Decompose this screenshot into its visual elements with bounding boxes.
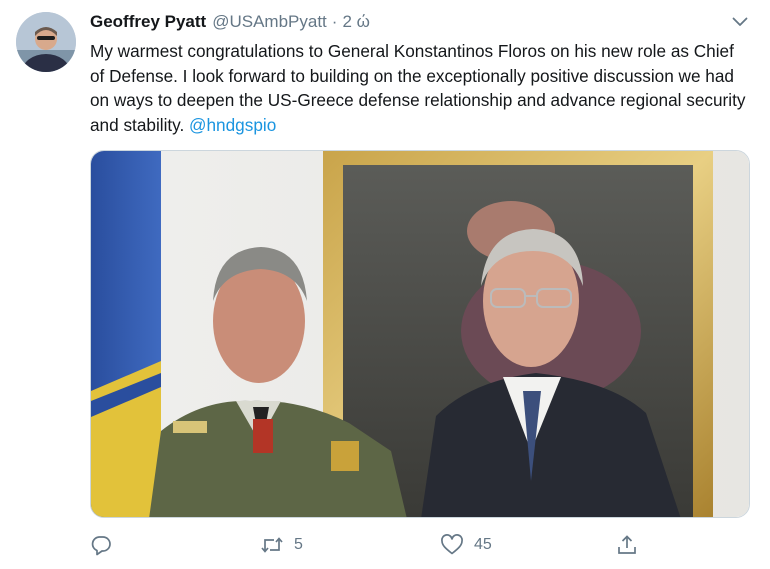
header-separator: ·: [331, 12, 338, 31]
author-name[interactable]: Geoffrey Pyatt: [90, 12, 206, 32]
chevron-down-icon: [732, 17, 748, 26]
tweet-text: My warmest congratulations to General Ko…: [90, 39, 750, 137]
retweet-icon: [261, 537, 283, 553]
reply-button[interactable]: [90, 530, 112, 560]
retweet-count: 5: [294, 536, 303, 553]
avatar[interactable]: [16, 12, 76, 72]
reply-icon: [91, 536, 111, 556]
author-handle[interactable]: @USAmbPyatt: [212, 12, 327, 32]
tweet-header: Geoffrey Pyatt @USAmbPyatt · 2 ώ: [90, 12, 370, 34]
tweet-card[interactable]: Geoffrey Pyatt @USAmbPyatt · 2 ώ My warm…: [0, 0, 770, 569]
tweet-time[interactable]: 2 ώ: [342, 12, 369, 32]
more-options-button[interactable]: [726, 10, 754, 34]
photo-image: [91, 151, 749, 517]
avatar-image: [16, 12, 76, 72]
share-icon: [618, 535, 636, 554]
like-button[interactable]: 45: [440, 530, 492, 560]
share-button[interactable]: [616, 530, 638, 560]
tweet-actions: 5 45: [90, 530, 650, 560]
retweet-button[interactable]: 5: [260, 530, 303, 560]
heart-icon: [441, 534, 463, 555]
like-count: 45: [474, 536, 492, 553]
mention-link[interactable]: @hndgspio: [189, 115, 276, 135]
tweet-photo[interactable]: [90, 150, 750, 518]
